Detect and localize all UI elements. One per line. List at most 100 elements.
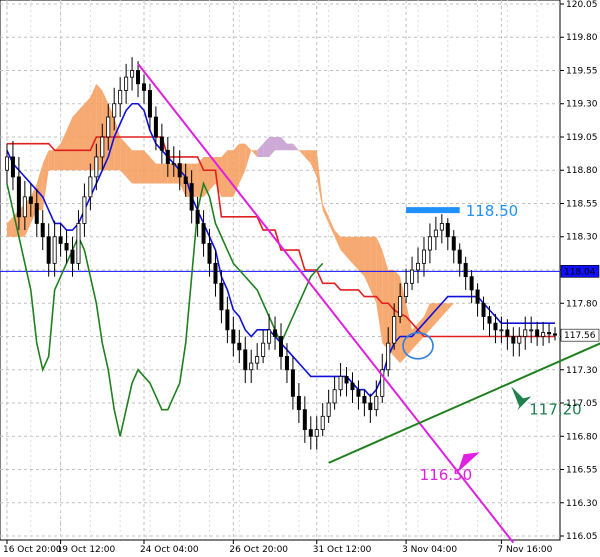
cloud-segment xyxy=(304,150,311,164)
candle-body xyxy=(40,223,45,238)
cloud-segment xyxy=(358,236,365,277)
x-tick-label: 31 Oct 12:00 xyxy=(313,545,372,555)
y-tick-label: 117.05 xyxy=(566,399,598,409)
cloud-segment xyxy=(143,150,150,184)
candle-body xyxy=(481,302,486,317)
candle-body xyxy=(207,242,212,264)
candle-body xyxy=(511,336,516,344)
cloud-segment xyxy=(286,143,293,151)
candle-body xyxy=(130,70,135,78)
cloud-segment xyxy=(132,150,139,184)
candle-body xyxy=(267,329,272,344)
cloud-segment xyxy=(48,150,55,171)
time-axis: 16 Oct 20:0019 Oct 12:00 24 Oct 04:00 26 O… xyxy=(3,540,553,555)
cloud-segment xyxy=(138,150,144,184)
cloud-segment xyxy=(281,136,287,151)
candle-body xyxy=(356,389,361,397)
candle-body xyxy=(475,289,480,304)
cloud-segment xyxy=(441,303,448,317)
candle-body xyxy=(70,249,75,264)
price-tag-hline: 118.04 xyxy=(564,267,596,277)
x-tick-label: 24 Oct 04:00 xyxy=(140,545,199,555)
cloud-segment xyxy=(447,303,454,310)
candle-body xyxy=(487,316,492,324)
candle-body xyxy=(88,176,93,198)
candle-body xyxy=(46,236,51,264)
candle-body xyxy=(326,402,331,417)
candle-body xyxy=(499,329,504,332)
cloud-segment xyxy=(406,303,413,357)
candle-body xyxy=(213,262,218,284)
candle-body xyxy=(404,282,409,298)
candle-body xyxy=(201,223,206,244)
candle-body xyxy=(439,223,444,231)
candle-body xyxy=(463,262,468,278)
candle-body xyxy=(523,329,528,337)
candle-body xyxy=(290,369,295,397)
candle-body xyxy=(165,149,170,164)
cloud-segment xyxy=(275,136,281,151)
candle-body xyxy=(338,376,343,391)
candle-body xyxy=(278,336,283,357)
candle-body xyxy=(320,415,325,431)
cloud-segment xyxy=(346,236,353,264)
y-tick-label: 116.05 xyxy=(566,532,598,542)
cloud-segment xyxy=(376,236,383,344)
cloud-segment xyxy=(42,150,49,211)
candle-body xyxy=(547,332,552,335)
candle-body xyxy=(398,296,403,317)
candle-body xyxy=(34,203,39,224)
cloud-segment xyxy=(263,136,270,157)
candle-body xyxy=(427,236,432,251)
candle-body xyxy=(58,236,63,244)
cloud-segment xyxy=(245,143,252,171)
candle-body xyxy=(219,282,224,311)
price-tag-current: 117.56 xyxy=(564,331,596,341)
x-tick-label: 7 Nov 16:00 xyxy=(497,545,552,555)
candle-body xyxy=(243,349,248,371)
cloud-segment xyxy=(322,203,329,224)
cloud-segment xyxy=(54,143,61,171)
cloud-segment xyxy=(149,156,156,184)
x-tick-label: 19 Oct 12:00 xyxy=(57,545,116,555)
x-tick-label: 26 Oct 20:00 xyxy=(229,545,288,555)
candle-body xyxy=(237,342,242,351)
y-tick-label: 119.55 xyxy=(566,66,598,76)
candle-body xyxy=(284,356,289,371)
candle-body xyxy=(505,329,510,337)
candle-body xyxy=(457,249,462,264)
candle-body xyxy=(368,402,373,411)
candle-body xyxy=(350,382,355,391)
y-tick-label: 119.30 xyxy=(566,100,598,110)
candle-body xyxy=(410,269,415,284)
candle-body xyxy=(445,223,450,238)
cloud-segment xyxy=(6,216,13,237)
candle-body xyxy=(231,329,236,344)
candle-body xyxy=(141,83,146,91)
candle-body xyxy=(177,163,182,178)
x-tick-label: 3 Nov 04:00 xyxy=(402,545,457,555)
candle-body xyxy=(153,116,158,138)
y-tick-label: 117.30 xyxy=(566,366,598,376)
cloud-segment xyxy=(167,163,174,184)
candle-body xyxy=(76,223,81,264)
candle-body xyxy=(261,342,266,357)
y-tick-label: 119.80 xyxy=(566,33,598,43)
cloud-segment xyxy=(251,150,258,157)
candle-body xyxy=(118,90,123,105)
arrow-0 xyxy=(511,386,532,411)
candle-body xyxy=(100,136,105,158)
y-tick-label: 120.05 xyxy=(566,0,598,10)
candle-body xyxy=(189,183,194,211)
cloud-segment xyxy=(316,150,323,211)
candle-body xyxy=(147,90,152,118)
cloud-segment xyxy=(310,150,317,177)
candle-body xyxy=(296,395,301,411)
price-axis: 120.05 119.80 119.55 119.30 119.05 118.80 118.… xyxy=(560,0,600,542)
candle-body xyxy=(273,329,278,337)
candle-body xyxy=(64,242,69,251)
candle-body xyxy=(529,329,534,332)
level-label-118-50: 118.50 xyxy=(466,202,519,220)
candle-body xyxy=(195,209,200,224)
y-tick-label: 118.80 xyxy=(566,166,598,176)
